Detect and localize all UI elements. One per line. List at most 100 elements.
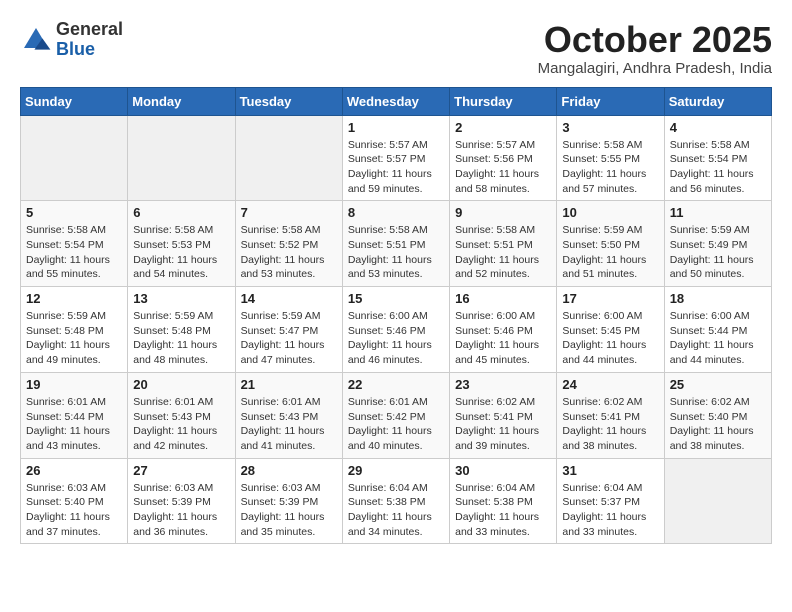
title-area: October 2025 Mangalagiri, Andhra Pradesh… bbox=[538, 20, 772, 77]
day-info: Sunrise: 6:03 AM Sunset: 5:39 PM Dayligh… bbox=[241, 481, 337, 540]
calendar-cell: 7 Sunrise: 5:58 AM Sunset: 5:52 PM Daylig… bbox=[235, 201, 342, 287]
weekday-header-friday: Friday bbox=[557, 87, 664, 115]
day-number: 8 bbox=[348, 205, 444, 220]
calendar-week-row: 26 Sunrise: 6:03 AM Sunset: 5:40 PM Dayli… bbox=[21, 458, 772, 544]
day-number: 3 bbox=[562, 120, 658, 135]
calendar-cell: 15 Sunrise: 6:00 AM Sunset: 5:46 PM Dayli… bbox=[342, 287, 449, 373]
calendar-cell: 9 Sunrise: 5:58 AM Sunset: 5:51 PM Daylig… bbox=[450, 201, 557, 287]
calendar-cell bbox=[128, 115, 235, 201]
calendar-week-row: 12 Sunrise: 5:59 AM Sunset: 5:48 PM Dayli… bbox=[21, 287, 772, 373]
location: Mangalagiri, Andhra Pradesh, India bbox=[538, 60, 772, 77]
day-info: Sunrise: 6:00 AM Sunset: 5:46 PM Dayligh… bbox=[455, 309, 551, 368]
day-info: Sunrise: 6:00 AM Sunset: 5:46 PM Dayligh… bbox=[348, 309, 444, 368]
day-number: 19 bbox=[26, 377, 122, 392]
month-title: October 2025 bbox=[538, 20, 772, 60]
day-number: 15 bbox=[348, 291, 444, 306]
calendar-cell bbox=[21, 115, 128, 201]
day-number: 20 bbox=[133, 377, 229, 392]
day-number: 16 bbox=[455, 291, 551, 306]
logo-text: General Blue bbox=[56, 20, 123, 60]
day-info: Sunrise: 5:58 AM Sunset: 5:54 PM Dayligh… bbox=[670, 138, 766, 197]
day-info: Sunrise: 5:58 AM Sunset: 5:51 PM Dayligh… bbox=[455, 223, 551, 282]
day-number: 12 bbox=[26, 291, 122, 306]
calendar-cell: 19 Sunrise: 6:01 AM Sunset: 5:44 PM Dayli… bbox=[21, 372, 128, 458]
day-info: Sunrise: 5:57 AM Sunset: 5:57 PM Dayligh… bbox=[348, 138, 444, 197]
day-number: 7 bbox=[241, 205, 337, 220]
day-info: Sunrise: 5:58 AM Sunset: 5:52 PM Dayligh… bbox=[241, 223, 337, 282]
day-number: 22 bbox=[348, 377, 444, 392]
calendar-cell: 24 Sunrise: 6:02 AM Sunset: 5:41 PM Dayli… bbox=[557, 372, 664, 458]
calendar-cell: 11Sunrise: 5:59 AM Sunset: 5:49 PM Dayli… bbox=[664, 201, 771, 287]
calendar-cell: 21 Sunrise: 6:01 AM Sunset: 5:43 PM Dayli… bbox=[235, 372, 342, 458]
day-info: Sunrise: 6:03 AM Sunset: 5:40 PM Dayligh… bbox=[26, 481, 122, 540]
calendar-cell: 18Sunrise: 6:00 AM Sunset: 5:44 PM Dayli… bbox=[664, 287, 771, 373]
day-number: 25 bbox=[670, 377, 766, 392]
day-info: Sunrise: 5:58 AM Sunset: 5:54 PM Dayligh… bbox=[26, 223, 122, 282]
calendar-cell: 14 Sunrise: 5:59 AM Sunset: 5:47 PM Dayli… bbox=[235, 287, 342, 373]
calendar-cell: 4 Sunrise: 5:58 AM Sunset: 5:54 PM Daylig… bbox=[664, 115, 771, 201]
calendar-cell bbox=[664, 458, 771, 544]
day-info: Sunrise: 6:00 AM Sunset: 5:45 PM Dayligh… bbox=[562, 309, 658, 368]
calendar-cell bbox=[235, 115, 342, 201]
day-info: Sunrise: 6:04 AM Sunset: 5:38 PM Dayligh… bbox=[348, 481, 444, 540]
logo-icon bbox=[20, 24, 52, 56]
day-info: Sunrise: 5:59 AM Sunset: 5:48 PM Dayligh… bbox=[26, 309, 122, 368]
day-info: Sunrise: 5:59 AM Sunset: 5:48 PM Dayligh… bbox=[133, 309, 229, 368]
day-number: 1 bbox=[348, 120, 444, 135]
calendar-cell: 5 Sunrise: 5:58 AM Sunset: 5:54 PM Daylig… bbox=[21, 201, 128, 287]
day-info: Sunrise: 6:02 AM Sunset: 5:41 PM Dayligh… bbox=[455, 395, 551, 454]
day-info: Sunrise: 6:01 AM Sunset: 5:43 PM Dayligh… bbox=[133, 395, 229, 454]
day-info: Sunrise: 5:58 AM Sunset: 5:55 PM Dayligh… bbox=[562, 138, 658, 197]
calendar-cell: 28 Sunrise: 6:03 AM Sunset: 5:39 PM Dayli… bbox=[235, 458, 342, 544]
day-number: 28 bbox=[241, 463, 337, 478]
calendar-cell: 20 Sunrise: 6:01 AM Sunset: 5:43 PM Dayli… bbox=[128, 372, 235, 458]
calendar-cell: 31Sunrise: 6:04 AM Sunset: 5:37 PM Dayli… bbox=[557, 458, 664, 544]
calendar-cell: 16 Sunrise: 6:00 AM Sunset: 5:46 PM Dayli… bbox=[450, 287, 557, 373]
day-info: Sunrise: 6:03 AM Sunset: 5:39 PM Dayligh… bbox=[133, 481, 229, 540]
weekday-header-wednesday: Wednesday bbox=[342, 87, 449, 115]
day-number: 11 bbox=[670, 205, 766, 220]
day-number: 5 bbox=[26, 205, 122, 220]
calendar-cell: 2Sunrise: 5:57 AM Sunset: 5:56 PM Daylig… bbox=[450, 115, 557, 201]
calendar-cell: 26 Sunrise: 6:03 AM Sunset: 5:40 PM Dayli… bbox=[21, 458, 128, 544]
day-info: Sunrise: 6:01 AM Sunset: 5:44 PM Dayligh… bbox=[26, 395, 122, 454]
day-number: 26 bbox=[26, 463, 122, 478]
calendar-cell: 17 Sunrise: 6:00 AM Sunset: 5:45 PM Dayli… bbox=[557, 287, 664, 373]
weekday-header-monday: Monday bbox=[128, 87, 235, 115]
calendar-table: SundayMondayTuesdayWednesdayThursdayFrid… bbox=[20, 87, 772, 545]
logo: General Blue bbox=[20, 20, 123, 60]
weekday-header-tuesday: Tuesday bbox=[235, 87, 342, 115]
weekday-header-saturday: Saturday bbox=[664, 87, 771, 115]
day-info: Sunrise: 5:58 AM Sunset: 5:53 PM Dayligh… bbox=[133, 223, 229, 282]
weekday-header-row: SundayMondayTuesdayWednesdayThursdayFrid… bbox=[21, 87, 772, 115]
day-number: 31 bbox=[562, 463, 658, 478]
calendar-cell: 23Sunrise: 6:02 AM Sunset: 5:41 PM Dayli… bbox=[450, 372, 557, 458]
calendar-week-row: 19 Sunrise: 6:01 AM Sunset: 5:44 PM Dayli… bbox=[21, 372, 772, 458]
calendar-cell: 3 Sunrise: 5:58 AM Sunset: 5:55 PM Daylig… bbox=[557, 115, 664, 201]
day-number: 13 bbox=[133, 291, 229, 306]
day-info: Sunrise: 6:01 AM Sunset: 5:43 PM Dayligh… bbox=[241, 395, 337, 454]
day-number: 4 bbox=[670, 120, 766, 135]
day-number: 24 bbox=[562, 377, 658, 392]
day-info: Sunrise: 5:58 AM Sunset: 5:51 PM Dayligh… bbox=[348, 223, 444, 282]
day-info: Sunrise: 6:04 AM Sunset: 5:38 PM Dayligh… bbox=[455, 481, 551, 540]
page-header: General Blue October 2025 Mangalagiri, A… bbox=[20, 20, 772, 77]
calendar-cell: 6 Sunrise: 5:58 AM Sunset: 5:53 PM Daylig… bbox=[128, 201, 235, 287]
calendar-week-row: 5 Sunrise: 5:58 AM Sunset: 5:54 PM Daylig… bbox=[21, 201, 772, 287]
day-number: 6 bbox=[133, 205, 229, 220]
day-number: 27 bbox=[133, 463, 229, 478]
day-number: 21 bbox=[241, 377, 337, 392]
day-number: 30 bbox=[455, 463, 551, 478]
weekday-header-thursday: Thursday bbox=[450, 87, 557, 115]
day-info: Sunrise: 6:01 AM Sunset: 5:42 PM Dayligh… bbox=[348, 395, 444, 454]
calendar-cell: 1 Sunrise: 5:57 AM Sunset: 5:57 PM Daylig… bbox=[342, 115, 449, 201]
day-number: 17 bbox=[562, 291, 658, 306]
day-info: Sunrise: 6:02 AM Sunset: 5:41 PM Dayligh… bbox=[562, 395, 658, 454]
day-number: 9 bbox=[455, 205, 551, 220]
calendar-cell: 25Sunrise: 6:02 AM Sunset: 5:40 PM Dayli… bbox=[664, 372, 771, 458]
day-info: Sunrise: 5:59 AM Sunset: 5:47 PM Dayligh… bbox=[241, 309, 337, 368]
calendar-cell: 8 Sunrise: 5:58 AM Sunset: 5:51 PM Daylig… bbox=[342, 201, 449, 287]
day-info: Sunrise: 5:59 AM Sunset: 5:50 PM Dayligh… bbox=[562, 223, 658, 282]
day-number: 14 bbox=[241, 291, 337, 306]
calendar-cell: 12 Sunrise: 5:59 AM Sunset: 5:48 PM Dayli… bbox=[21, 287, 128, 373]
